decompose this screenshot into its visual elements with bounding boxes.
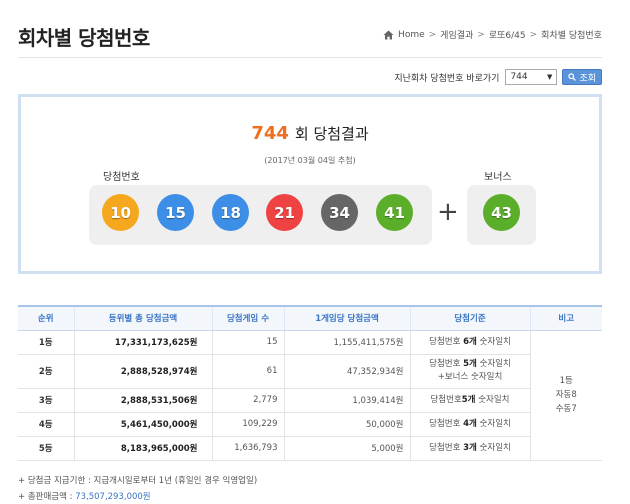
header-prize-per-game: 1게임당 당첨금액 — [283, 305, 410, 331]
criteria-text: 숫자일치 — [475, 394, 510, 405]
criteria-text: 당첨번호 — [429, 418, 464, 429]
criteria-text: 숫자일치 — [476, 418, 511, 429]
result-title: 744 회 당첨결과 — [21, 123, 599, 144]
breadcrumb-lotto[interactable]: 로또6/45 — [489, 28, 526, 41]
footnotes: + 당첨금 지급기한 : 지급개시일로부터 1년 (휴일인 경우 익영업일) +… — [18, 473, 257, 504]
criteria-text: 당첨번호 — [430, 394, 462, 405]
cell-prize-per-game: 5,000원 — [283, 436, 410, 461]
cell-rank: 3등 — [18, 388, 74, 413]
search-button-label: 조회 — [579, 73, 596, 84]
search-icon — [568, 73, 577, 81]
cell-prize-per-game: 47,352,934원 — [283, 354, 410, 389]
cell-rank: 4등 — [18, 412, 74, 437]
breadcrumb-home[interactable]: Home — [398, 30, 425, 40]
round-navigation: 지난회차 당첨번호 바로가기 744 ▼ 조회 — [394, 69, 602, 85]
breadcrumb-game-results[interactable]: 게임결과 — [440, 28, 473, 41]
table-header-row: 순위 등위별 총 당첨금액 당첨게임 수 1게임당 당첨금액 당첨기준 비고 — [18, 305, 602, 331]
title-divider — [18, 57, 602, 58]
table-row: 2등 2,888,528,974원 61 47,352,934원 당첨번호 5개… — [18, 354, 602, 389]
header-winner-count: 당첨게임 수 — [211, 305, 284, 331]
cell-criteria: 당첨번호5개 숫자일치 — [409, 388, 530, 413]
page-title: 회차별 당첨번호 — [18, 26, 150, 50]
bonus-ball: 43 — [483, 194, 520, 231]
criteria-text: 숫자일치 — [476, 336, 511, 347]
cell-rank: 1등 — [18, 330, 74, 355]
winning-ball-5: 34 — [321, 194, 358, 231]
chevron-down-icon: ▼ — [547, 73, 553, 81]
table-row: 3등 2,888,531,506원 2,779 1,039,414원 당첨번호5… — [18, 388, 602, 413]
winning-ball-6: 41 — [376, 194, 413, 231]
cell-total-prize: 2,888,531,506원 — [73, 388, 212, 413]
header-note: 비고 — [529, 305, 602, 331]
cell-total-prize: 2,888,528,974원 — [73, 354, 212, 389]
criteria-match-count: 5개 — [461, 394, 476, 405]
cell-rank: 2등 — [18, 354, 74, 389]
round-select[interactable]: 744 ▼ — [505, 69, 558, 85]
cell-total-prize: 5,461,450,000원 — [73, 412, 212, 437]
cell-criteria: 당첨번호 5개 숫자일치 +보너스 숫자일치 — [409, 354, 530, 389]
cell-total-prize: 8,183,965,000원 — [73, 436, 212, 461]
cell-prize-per-game: 1,039,414원 — [283, 388, 410, 413]
note-line: 1등 — [559, 376, 573, 386]
cell-winner-count: 15 — [211, 330, 284, 355]
criteria-match-count: 6개 — [463, 336, 477, 347]
draw-date: (2017년 03월 04일 추첨) — [264, 156, 356, 165]
cell-winner-count: 109,229 — [211, 412, 284, 437]
table-row: 4등 5,461,450,000원 109,229 50,000원 당첨번호 4… — [18, 412, 602, 437]
bonus-label: 보너스 — [484, 172, 512, 183]
draw-result-panel: 744 회 당첨결과 (2017년 03월 04일 추첨) 당첨번호 보너스 10… — [18, 94, 602, 274]
header-criteria: 당첨기준 — [409, 305, 530, 331]
chevron-right-icon: > — [529, 29, 538, 40]
cell-winner-count: 1,636,793 — [211, 436, 284, 461]
header-total-prize: 등위별 총 당첨금액 — [73, 305, 212, 331]
criteria-text: 당첨번호 — [429, 442, 464, 453]
header-rank: 순위 — [18, 305, 74, 331]
total-sales-value: 73,507,293,000원 — [75, 492, 151, 502]
cell-prize-per-game: 50,000원 — [283, 412, 410, 437]
criteria-text: 숫자일치 — [476, 359, 511, 369]
criteria-text: 당첨번호 — [429, 359, 464, 369]
total-sales-label: + 총판매금액 : — [18, 492, 76, 502]
chevron-right-icon: > — [428, 29, 437, 40]
winning-ball-3: 18 — [212, 194, 249, 231]
table-row: 5등 8,183,965,000원 1,636,793 5,000원 당첨번호 … — [18, 436, 602, 461]
search-button[interactable]: 조회 — [562, 69, 602, 85]
cell-winner-count: 2,779 — [211, 388, 284, 413]
winning-numbers-label: 당첨번호 — [103, 172, 140, 183]
plus-icon: + — [437, 197, 459, 227]
round-select-value: 744 — [510, 72, 528, 82]
breadcrumb: Home > 게임결과 > 로또6/45 > 회차별 당첨번호 — [383, 28, 602, 41]
cell-rank: 5등 — [18, 436, 74, 461]
criteria-text: 숫자일치 — [476, 442, 511, 453]
criteria-bonus-text: +보너스 숫자일치 — [437, 372, 503, 382]
payout-deadline-note: + 당첨금 지급기한 : 지급개시일로부터 1년 (휴일인 경우 익영업일) — [18, 476, 258, 486]
criteria-text: 당첨번호 — [429, 336, 464, 347]
winning-ball-4: 21 — [266, 194, 303, 231]
chevron-right-icon: > — [477, 29, 485, 40]
criteria-match-count: 4개 — [463, 418, 477, 429]
cell-criteria: 당첨번호 6개 숫자일치 — [409, 330, 530, 355]
result-title-suffix: 회 당첨결과 — [294, 125, 369, 143]
breadcrumb-current: 회차별 당첨번호 — [541, 31, 602, 41]
cell-winner-count: 61 — [211, 354, 284, 389]
total-sales-note: + 총판매금액 : 73,507,293,000원 — [18, 489, 257, 504]
note-line: 수동7 — [555, 404, 577, 414]
cell-note: 1등 자동8 수동7 — [529, 330, 602, 461]
cell-prize-per-game: 1,155,411,575원 — [283, 330, 410, 355]
table-row: 1등 17,331,173,625원 15 1,155,411,575원 당첨번… — [18, 330, 602, 461]
note-line: 자동8 — [555, 390, 577, 400]
round-nav-label: 지난회차 당첨번호 바로가기 — [394, 73, 500, 84]
round-number: 744 — [251, 123, 289, 144]
winning-ball-1: 10 — [102, 194, 139, 231]
prize-table: 순위 등위별 총 당첨금액 당첨게임 수 1게임당 당첨금액 당첨기준 비고 1… — [18, 305, 602, 461]
home-icon[interactable] — [383, 30, 394, 40]
cell-criteria: 당첨번호 4개 숫자일치 — [409, 412, 530, 437]
criteria-match-count: 5개 — [463, 359, 477, 369]
criteria-match-count: 3개 — [463, 442, 477, 453]
cell-criteria: 당첨번호 3개 숫자일치 — [409, 436, 530, 461]
cell-total-prize: 17,331,173,625원 — [73, 330, 212, 355]
winning-ball-2: 15 — [157, 194, 194, 231]
